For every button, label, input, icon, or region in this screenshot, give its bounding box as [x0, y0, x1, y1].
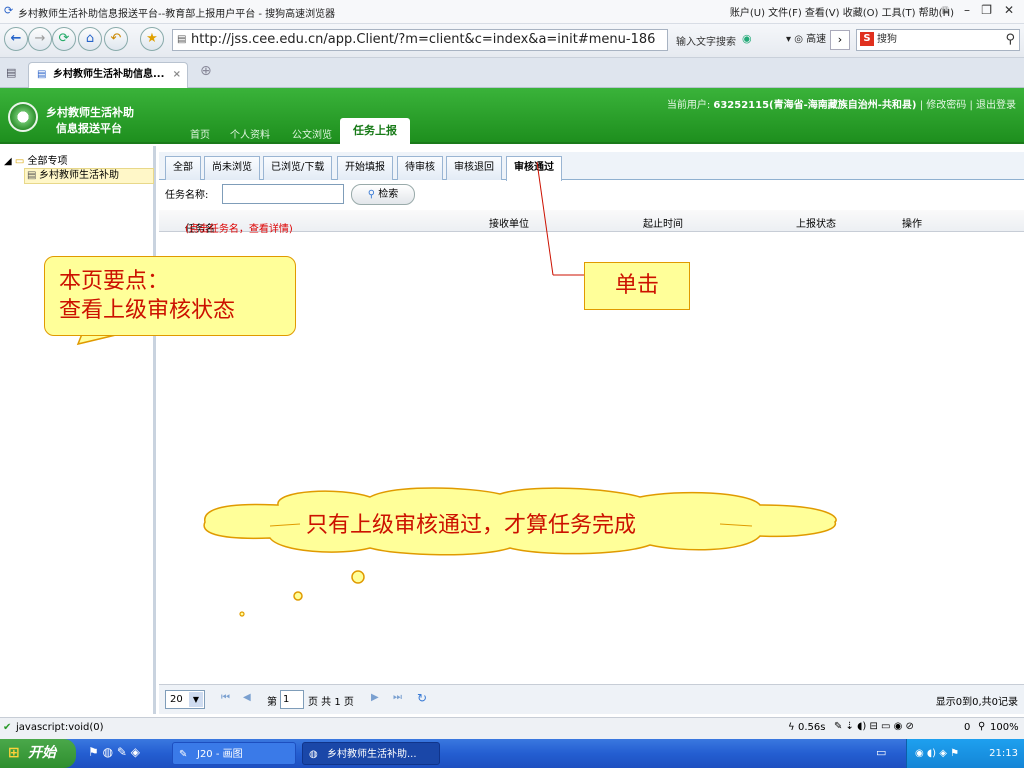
- status-text: javascript:void(0): [16, 722, 104, 733]
- callout-click: 单击: [584, 262, 690, 310]
- load-time: 0.56s: [798, 722, 826, 733]
- check-icon: ✔: [3, 722, 12, 733]
- callout-key-point-line1: 本页要点：: [59, 269, 170, 294]
- thought-bubble-dot: [351, 570, 365, 584]
- system-tray: ◉ ◖) ◈ ⚑ 21:13: [906, 739, 1024, 768]
- windows-taskbar: ⊞ 开始 ⚑ ◍ ✎ ◈ ✎ J20 - 画图 ◍ 乡村教师生活补助... ▭ …: [0, 739, 1024, 768]
- windows-logo-icon: ⊞: [8, 745, 20, 761]
- thought-bubble-dot: [239, 611, 245, 617]
- browser-status-bar: ✔ javascript:void(0) ϟ 0.56s ✎ ⇣ ◖) ⊟ ▭ …: [0, 717, 1024, 739]
- taskbar-item-paint[interactable]: ✎ J20 - 画图: [172, 742, 296, 765]
- keyboard-icon[interactable]: ▭: [876, 746, 886, 759]
- status-tool-icons[interactable]: ✎ ⇣ ◖) ⊟ ▭ ◉ ⊘: [834, 721, 914, 732]
- tray-icons[interactable]: ◉ ◖) ◈ ⚑: [915, 739, 959, 768]
- zoom-icon[interactable]: ⚲: [978, 721, 985, 732]
- paint-icon: ✎: [179, 749, 188, 760]
- pointer-line: [536, 161, 554, 276]
- quick-launch-icons[interactable]: ⚑ ◍ ✎ ◈: [88, 745, 140, 759]
- cloud-note: 只有上级审核通过，才算任务完成: [306, 513, 637, 538]
- annotation-layer: [76, 161, 837, 617]
- start-button[interactable]: ⊞ 开始: [0, 739, 76, 768]
- thought-bubble-dot: [293, 591, 303, 601]
- callout-key-point: 本页要点： 查看上级审核状态: [44, 256, 296, 336]
- taskbar-item-browser-label: 乡村教师生活补助...: [327, 749, 417, 760]
- blocked-count: 0: [964, 722, 971, 733]
- callout-key-point-line2: 查看上级审核状态: [59, 298, 236, 323]
- start-label: 开始: [28, 745, 56, 761]
- zoom-level[interactable]: 100%: [990, 722, 1019, 733]
- taskbar-item-browser[interactable]: ◍ 乡村教师生活补助...: [302, 742, 440, 765]
- lightning-icon: ϟ: [788, 722, 795, 733]
- taskbar-item-paint-label: J20 - 画图: [197, 749, 243, 760]
- clock: 21:13: [989, 748, 1018, 759]
- browser-task-icon: ◍: [309, 749, 318, 760]
